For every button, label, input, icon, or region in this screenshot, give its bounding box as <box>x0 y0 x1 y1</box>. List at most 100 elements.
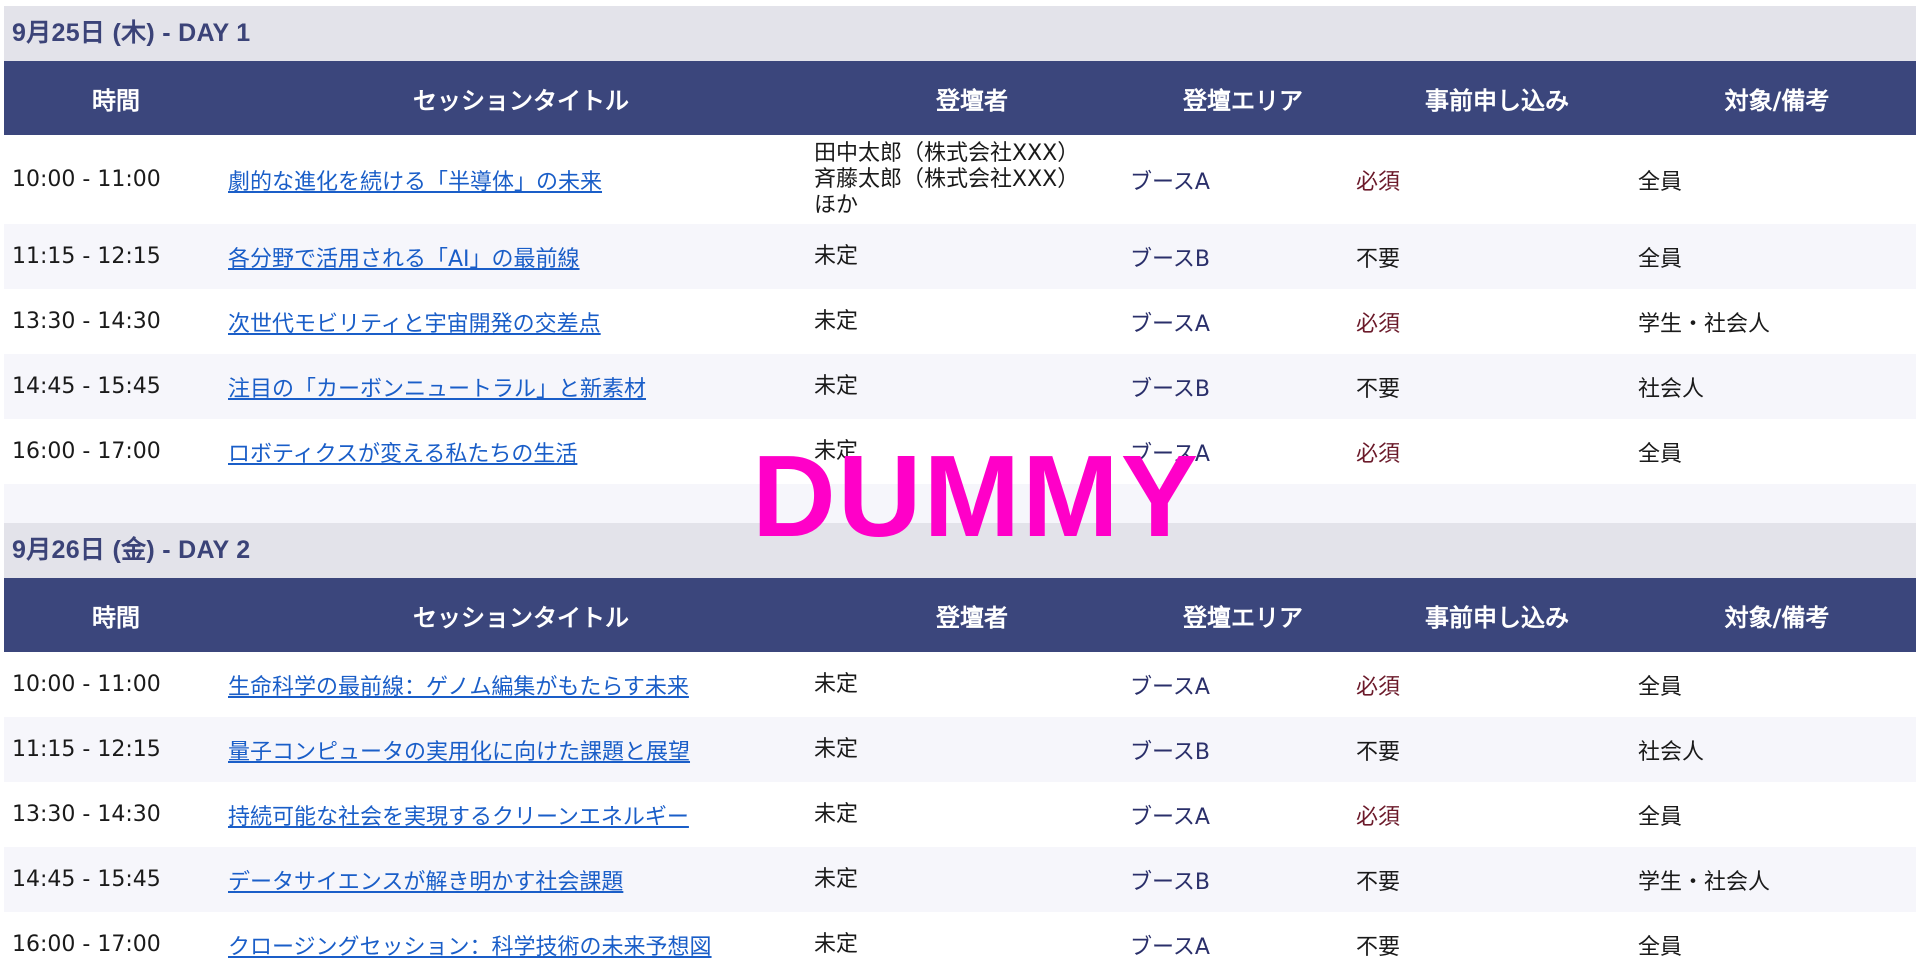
session-area: ブースA <box>1130 169 1210 195</box>
table-row: 16:00 - 17:00 ロボティクスが変える私たちの生活 未定 ブースA 必須 全員 <box>4 419 1916 484</box>
session-speaker: 未定 <box>814 354 1130 419</box>
table-row: 10:00 - 11:00 生命科学の最前線：ゲノム編集がもたらす未来 未定 ブースA… <box>4 652 1916 717</box>
session-target: 社会人 <box>1638 376 1705 402</box>
session-title-link[interactable]: 量子コンピュータの実用化に向けた課題と展望 <box>228 740 690 765</box>
speaker-name: ほか <box>814 192 859 218</box>
session-registration: 不要 <box>1356 246 1401 272</box>
session-title-cell: ロボティクスが変える私たちの生活 <box>228 419 814 484</box>
session-registration: 必須 <box>1356 674 1401 700</box>
session-title-link[interactable]: 生命科学の最前線：ゲノム編集がもたらす未来 <box>228 675 689 700</box>
session-table: 時間 セッションタイトル 登壇者 登壇エリア 事前申し込み 対象/備考 10:00 - 11… <box>4 578 1916 977</box>
day-header: 9月26日 (金) - DAY 2 <box>4 523 1916 578</box>
session-registration: 不要 <box>1356 934 1401 960</box>
session-title-link[interactable]: クロージングセッション：科学技術の未来予想図 <box>228 935 712 960</box>
session-time: 16:00 - 17:00 <box>12 439 161 464</box>
session-target: 全員 <box>1638 934 1683 960</box>
session-title-link[interactable]: データサイエンスが解き明かす社会課題 <box>228 870 623 895</box>
table-row: 11:15 - 12:15 量子コンピュータの実用化に向けた課題と展望 未定 ブースB… <box>4 717 1916 782</box>
session-time: 11:15 - 12:15 <box>12 737 161 762</box>
session-title-link[interactable]: 次世代モビリティと宇宙開発の交差点 <box>228 312 601 337</box>
session-title-cell: 次世代モビリティと宇宙開発の交差点 <box>228 289 814 354</box>
speaker-name: 未定 <box>814 243 859 269</box>
session-registration: 不要 <box>1356 376 1401 402</box>
session-title-cell: 持続可能な社会を実現するクリーンエネルギー <box>228 782 814 847</box>
session-area: ブースA <box>1130 674 1210 700</box>
table-row: 13:30 - 14:30 持続可能な社会を実現するクリーンエネルギー 未定 ブースA… <box>4 782 1916 847</box>
speaker-name: 未定 <box>814 866 859 892</box>
speaker-name: 未定 <box>814 671 859 697</box>
session-time: 11:15 - 12:15 <box>12 244 161 269</box>
session-title-cell: 量子コンピュータの実用化に向けた課題と展望 <box>228 717 814 782</box>
session-speaker: 未定 <box>814 289 1130 354</box>
session-area: ブースB <box>1130 376 1210 402</box>
speaker-name: 未定 <box>814 373 859 399</box>
table-row: 14:45 - 15:45 注目の「カーボンニュートラル」と新素材 未定 ブースB 不要… <box>4 354 1916 419</box>
speaker-name: 未定 <box>814 801 859 827</box>
session-speaker: 未定 <box>814 717 1130 782</box>
session-title-cell: 各分野で活用される「AI」の最前線 <box>228 224 814 289</box>
header-registration: 事前申し込み <box>1425 603 1569 632</box>
session-area: ブースA <box>1130 311 1210 337</box>
header-speaker: 登壇者 <box>936 86 1008 115</box>
session-speaker: 未定 <box>814 782 1130 847</box>
speaker-name: 未定 <box>814 736 859 762</box>
session-title-link[interactable]: 各分野で活用される「AI」の最前線 <box>228 247 580 272</box>
header-title: セッションタイトル <box>413 86 629 115</box>
session-target: 全員 <box>1638 804 1683 830</box>
session-area: ブースB <box>1130 869 1210 895</box>
session-title-link[interactable]: 劇的な進化を続ける「半導体」の未来 <box>228 170 602 195</box>
session-target: 全員 <box>1638 246 1683 272</box>
session-target: 全員 <box>1638 169 1683 195</box>
session-registration: 必須 <box>1356 804 1401 830</box>
session-registration: 必須 <box>1356 169 1401 195</box>
session-area: ブースB <box>1130 739 1210 765</box>
header-target: 対象/備考 <box>1724 603 1830 632</box>
table-row: 13:30 - 14:30 次世代モビリティと宇宙開発の交差点 未定 ブースA 必須 学生… <box>4 289 1916 354</box>
session-registration: 不要 <box>1356 739 1401 765</box>
table-row: 14:45 - 15:45 データサイエンスが解き明かす社会課題 未定 ブースB 不要 学… <box>4 847 1916 912</box>
day-spacer <box>4 484 1916 523</box>
session-area: ブースA <box>1130 441 1210 467</box>
header-target: 対象/備考 <box>1724 86 1830 115</box>
session-speaker: 未定 <box>814 652 1130 717</box>
table-row: 16:00 - 17:00 クロージングセッション：科学技術の未来予想図 未定 ブース… <box>4 912 1916 977</box>
session-time: 14:45 - 15:45 <box>12 374 161 399</box>
header-time: 時間 <box>92 86 140 115</box>
session-title-cell: データサイエンスが解き明かす社会課題 <box>228 847 814 912</box>
session-area: ブースB <box>1130 246 1210 272</box>
header-registration: 事前申し込み <box>1425 86 1569 115</box>
speaker-name: 未定 <box>814 931 859 957</box>
session-target: 学生・社会人 <box>1638 311 1771 337</box>
session-area: ブースA <box>1130 804 1210 830</box>
session-target: 全員 <box>1638 674 1683 700</box>
header-area: 登壇エリア <box>1183 86 1303 115</box>
session-registration: 必須 <box>1356 311 1401 337</box>
session-title-link[interactable]: ロボティクスが変える私たちの生活 <box>228 442 577 467</box>
speaker-name: 斉藤太郎（株式会社XXX） <box>814 166 1080 192</box>
header-area: 登壇エリア <box>1183 603 1303 632</box>
session-target: 全員 <box>1638 441 1683 467</box>
speaker-name: 田中太郎（株式会社XXX） <box>814 140 1080 166</box>
session-title-link[interactable]: 持続可能な社会を実現するクリーンエネルギー <box>228 805 689 830</box>
speaker-name: 未定 <box>814 438 859 464</box>
session-speaker: 田中太郎（株式会社XXX） 斉藤太郎（株式会社XXX） ほか <box>814 135 1130 224</box>
session-time: 10:00 - 11:00 <box>12 672 161 697</box>
session-time: 13:30 - 14:30 <box>12 309 161 334</box>
session-time: 10:00 - 11:00 <box>12 167 161 192</box>
speaker-name: 未定 <box>814 308 859 334</box>
session-registration: 不要 <box>1356 869 1401 895</box>
header-title: セッションタイトル <box>413 603 629 632</box>
session-title-cell: クロージングセッション：科学技術の未来予想図 <box>228 912 814 977</box>
header-speaker: 登壇者 <box>936 603 1008 632</box>
session-target: 社会人 <box>1638 739 1705 765</box>
session-title-link[interactable]: 注目の「カーボンニュートラル」と新素材 <box>228 377 646 402</box>
table-row: 10:00 - 11:00 劇的な進化を続ける「半導体」の未来 田中太郎（株式会社X… <box>4 135 1916 224</box>
session-title-cell: 劇的な進化を続ける「半導体」の未来 <box>228 135 814 224</box>
session-target: 学生・社会人 <box>1638 869 1771 895</box>
session-title-cell: 生命科学の最前線：ゲノム編集がもたらす未来 <box>228 652 814 717</box>
session-registration: 必須 <box>1356 441 1401 467</box>
session-table: 時間 セッションタイトル 登壇者 登壇エリア 事前申し込み 対象/備考 10:00 - 11… <box>4 61 1916 484</box>
session-speaker: 未定 <box>814 912 1130 977</box>
schedule-container: 9月25日 (木) - DAY 1 時間 セッションタイトル 登壇者 登壇エリア 事前申し… <box>4 6 1916 977</box>
session-title-cell: 注目の「カーボンニュートラル」と新素材 <box>228 354 814 419</box>
